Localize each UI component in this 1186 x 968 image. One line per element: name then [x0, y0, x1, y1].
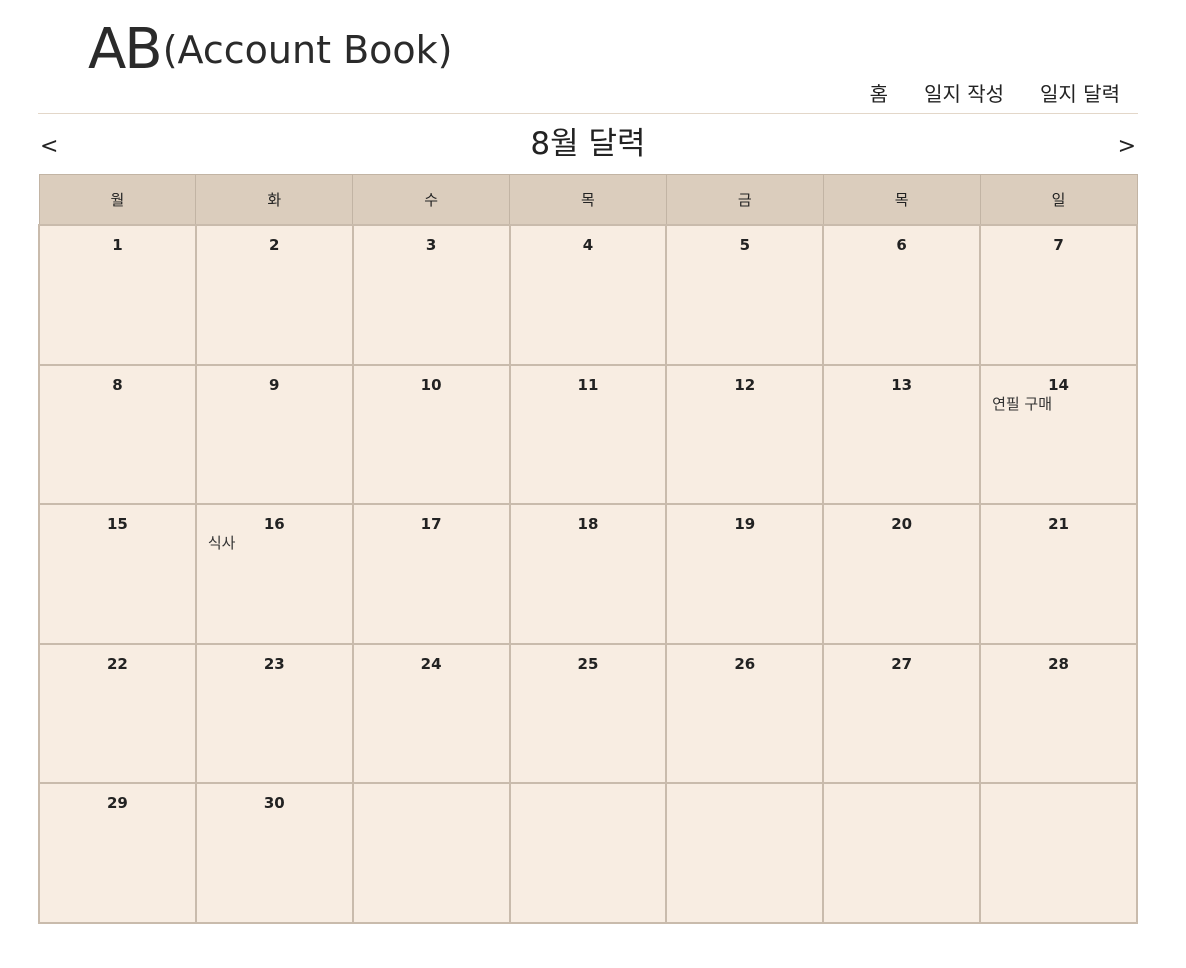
weekday-header: 화 [195, 174, 354, 226]
calendar-day-cell[interactable]: 18 [508, 503, 668, 645]
calendar-week-row: 8 9 10 11 12 13 14 연필 구매 [38, 363, 1138, 506]
weekday-header-row: 월 화 수 목 금 목 일 [38, 174, 1138, 226]
calendar-day-cell[interactable]: 7 [979, 224, 1138, 366]
weekday-header: 수 [352, 174, 511, 226]
calendar-empty-cell [822, 782, 982, 924]
day-number: 1 [112, 236, 123, 254]
nav-home-link[interactable]: 홈 [870, 80, 888, 108]
calendar-day-cell[interactable]: 1 [38, 224, 197, 366]
calendar-day-cell[interactable]: 11 [508, 363, 668, 506]
calendar-title: 8월 달력 [530, 126, 646, 162]
calendar-day-cell[interactable]: 27 [822, 642, 982, 785]
day-number: 6 [896, 236, 907, 254]
day-number: 28 [1048, 654, 1069, 673]
day-number: 19 [734, 515, 756, 534]
day-number: 11 [577, 375, 599, 394]
day-number: 27 [891, 654, 913, 673]
day-number: 17 [420, 515, 442, 534]
day-number: 3 [425, 236, 437, 254]
calendar-grid: 월 화 수 목 금 목 일 1 2 3 4 5 6 7 8 9 10 11 12 13 14 연필 구매 15… [38, 174, 1138, 924]
day-number: 22 [106, 654, 128, 673]
day-number: 4 [582, 236, 594, 254]
calendar-day-cell[interactable]: 21 [979, 503, 1138, 645]
calendar-week-row: 22 23 24 25 26 27 28 [38, 642, 1138, 785]
calendar-day-cell[interactable]: 8 [38, 363, 197, 506]
calendar-event[interactable]: 식사 [208, 533, 352, 553]
page: AB (Account Book) 홈 일지 작성 일지 달력 < 8월 달력 … [0, 0, 1186, 968]
logo-main: AB [88, 17, 163, 82]
day-number: 16 [263, 515, 285, 534]
calendar-empty-cell [979, 782, 1138, 924]
day-number: 7 [1053, 236, 1064, 254]
calendar-day-cell[interactable]: 5 [665, 224, 825, 366]
calendar-week-row: 1 2 3 4 5 6 7 [38, 224, 1138, 366]
calendar-day-cell[interactable]: 26 [665, 642, 825, 785]
calendar-day-cell[interactable]: 19 [665, 503, 825, 645]
calendar-day-cell[interactable]: 16 식사 [194, 503, 354, 645]
day-number: 14 [1048, 375, 1069, 394]
calendar-day-cell[interactable]: 17 [351, 503, 511, 645]
day-number: 26 [734, 654, 756, 673]
calendar-empty-cell [665, 782, 825, 924]
weekday-header: 목 [822, 174, 981, 226]
nav-journal-calendar-link[interactable]: 일지 달력 [1040, 80, 1120, 108]
calendar-empty-cell [508, 782, 668, 924]
calendar-day-cell[interactable]: 9 [194, 363, 354, 506]
weekday-header: 월 [38, 174, 197, 226]
calendar-week-row: 15 16 식사 17 18 19 20 21 [38, 503, 1138, 645]
day-number: 15 [106, 515, 128, 534]
next-month-button[interactable]: > [1118, 133, 1136, 161]
day-number: 24 [420, 654, 442, 673]
calendar-day-cell[interactable]: 15 [38, 503, 197, 645]
calendar-empty-cell [351, 782, 511, 924]
top-nav: 홈 일지 작성 일지 달력 [870, 80, 1120, 108]
weekday-header: 목 [509, 174, 667, 226]
calendar-body: 1 2 3 4 5 6 7 8 9 10 11 12 13 14 연필 구매 15 16 식사 17 18 19 20 21… [38, 224, 1138, 924]
calendar-day-cell[interactable]: 4 [508, 224, 668, 366]
calendar-day-cell[interactable]: 13 [822, 363, 982, 506]
weekday-header: 일 [979, 174, 1138, 226]
weekday-header: 금 [665, 174, 824, 226]
calendar-day-cell[interactable]: 28 [979, 642, 1138, 785]
calendar-day-cell[interactable]: 25 [508, 642, 668, 785]
day-number: 9 [269, 375, 280, 394]
calendar-day-cell[interactable]: 10 [351, 363, 511, 506]
day-number: 21 [1048, 515, 1069, 534]
day-number: 25 [577, 654, 599, 673]
logo[interactable]: AB (Account Book) [88, 18, 452, 82]
calendar-day-cell[interactable]: 3 [351, 224, 511, 366]
calendar-day-cell[interactable]: 24 [351, 642, 511, 785]
calendar-day-cell[interactable]: 12 [665, 363, 825, 506]
day-number: 30 [263, 794, 285, 813]
day-number: 2 [269, 236, 280, 254]
nav-write-journal-link[interactable]: 일지 작성 [924, 80, 1004, 108]
calendar-event[interactable]: 연필 구매 [992, 394, 1136, 414]
logo-subtitle: (Account Book) [162, 28, 453, 72]
calendar-day-cell[interactable]: 14 연필 구매 [979, 363, 1138, 506]
day-number: 8 [112, 375, 123, 394]
day-number: 5 [739, 236, 751, 254]
calendar-day-cell[interactable]: 23 [194, 642, 354, 785]
calendar-day-cell[interactable]: 29 [38, 782, 197, 924]
day-number: 13 [891, 375, 913, 394]
header-divider [38, 113, 1138, 114]
day-number: 20 [891, 515, 913, 534]
calendar-day-cell[interactable]: 6 [822, 224, 982, 366]
day-number: 23 [263, 654, 285, 673]
day-number: 10 [420, 375, 442, 394]
day-number: 29 [106, 794, 128, 813]
calendar-day-cell[interactable]: 30 [194, 782, 354, 924]
day-number: 12 [734, 375, 756, 394]
calendar-day-cell[interactable]: 20 [822, 503, 982, 645]
day-number: 18 [577, 515, 599, 534]
calendar-day-cell[interactable]: 22 [38, 642, 197, 785]
calendar-day-cell[interactable]: 2 [194, 224, 354, 366]
calendar-week-row: 29 30 [38, 782, 1138, 924]
